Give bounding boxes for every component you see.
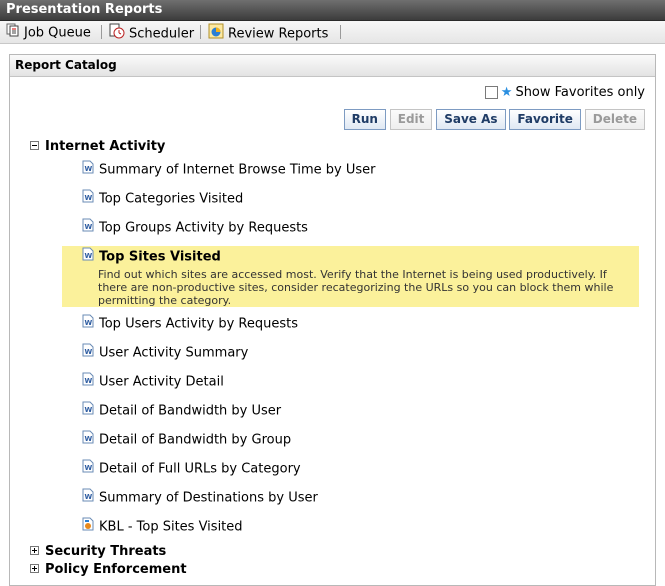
group-security-threats[interactable]: Security Threats	[30, 544, 166, 559]
favorite-button[interactable]: Favorite	[509, 109, 581, 130]
group-label: Internet Activity	[45, 139, 166, 154]
scheduler-label: Scheduler	[129, 26, 195, 42]
window-title-bar: Presentation Reports	[0, 0, 665, 21]
scheduler-link[interactable]: Scheduler	[109, 23, 195, 42]
toolbar-divider	[340, 25, 341, 39]
expand-icon[interactable]	[30, 546, 39, 555]
report-item[interactable]: W Top Users Activity by Requests	[82, 314, 298, 332]
review-reports-label: Review Reports	[228, 26, 329, 42]
edit-button[interactable]: Edit	[389, 109, 433, 130]
save-as-button[interactable]: Save As	[436, 109, 506, 130]
custom-report-icon	[82, 517, 94, 537]
review-reports-icon	[208, 23, 224, 45]
toolbar-divider	[200, 25, 201, 39]
word-doc-icon: W	[82, 430, 94, 450]
report-item[interactable]: W Detail of Bandwidth by User	[82, 401, 281, 419]
word-doc-icon: W	[82, 343, 94, 363]
favorites-checkbox[interactable]	[484, 86, 498, 99]
toolbar: Job Queue Scheduler Review Reports	[0, 21, 665, 44]
job-queue-label: Job Queue	[24, 25, 91, 41]
svg-text:W: W	[85, 435, 93, 443]
job-queue-link[interactable]: Job Queue	[6, 23, 91, 41]
panel-header: Report Catalog	[10, 55, 655, 77]
word-doc-icon: W	[82, 401, 94, 421]
favorites-label: Show Favorites only	[515, 85, 645, 100]
word-doc-icon: W	[82, 247, 94, 267]
svg-text:W: W	[85, 252, 93, 260]
svg-text:W: W	[85, 464, 93, 472]
svg-text:W: W	[85, 377, 93, 385]
report-catalog-panel: Report Catalog ★ Show Favorites only Run …	[9, 54, 656, 586]
run-button[interactable]: Run	[343, 109, 386, 130]
report-item[interactable]: KBL - Top Sites Visited	[82, 517, 243, 535]
svg-text:W: W	[85, 406, 93, 414]
review-reports-link[interactable]: Review Reports	[208, 23, 329, 42]
report-item[interactable]: W Top Categories Visited	[82, 189, 243, 207]
favorites-filter[interactable]: ★ Show Favorites only	[484, 85, 645, 101]
svg-text:W: W	[85, 223, 93, 231]
scheduler-icon	[109, 23, 125, 45]
svg-text:W: W	[85, 348, 93, 356]
svg-text:W: W	[85, 165, 93, 173]
svg-text:W: W	[85, 319, 93, 327]
report-item[interactable]: W User Activity Detail	[82, 372, 224, 390]
word-doc-icon: W	[82, 459, 94, 479]
word-doc-icon: W	[82, 160, 94, 180]
report-item[interactable]: W Detail of Full URLs by Category	[82, 459, 301, 477]
report-item[interactable]: W Summary of Destinations by User	[82, 488, 318, 506]
action-buttons: Run Edit Save As Favorite Delete	[343, 109, 645, 130]
report-item-selected[interactable]: W Top Sites Visited	[82, 247, 221, 265]
collapse-icon[interactable]	[30, 141, 39, 150]
window-title: Presentation Reports	[6, 2, 163, 17]
report-item[interactable]: W Detail of Bandwidth by Group	[82, 430, 291, 448]
toolbar-divider	[101, 25, 102, 39]
svg-text:W: W	[85, 493, 93, 501]
star-icon: ★	[500, 85, 513, 100]
report-description: Find out which sites are accessed most. …	[98, 268, 614, 307]
word-doc-icon: W	[82, 189, 94, 209]
svg-text:W: W	[85, 194, 93, 202]
report-item[interactable]: W Summary of Internet Browse Time by User	[82, 160, 376, 178]
group-internet-activity[interactable]: Internet Activity	[30, 139, 165, 154]
group-label: Security Threats	[45, 544, 167, 559]
word-doc-icon: W	[82, 488, 94, 508]
job-queue-icon	[6, 23, 20, 43]
report-item[interactable]: W Top Groups Activity by Requests	[82, 218, 308, 236]
word-doc-icon: W	[82, 314, 94, 334]
expand-icon[interactable]	[30, 564, 39, 573]
word-doc-icon: W	[82, 218, 94, 238]
report-item[interactable]: W User Activity Summary	[82, 343, 248, 361]
word-doc-icon: W	[82, 372, 94, 392]
delete-button[interactable]: Delete	[584, 109, 645, 130]
